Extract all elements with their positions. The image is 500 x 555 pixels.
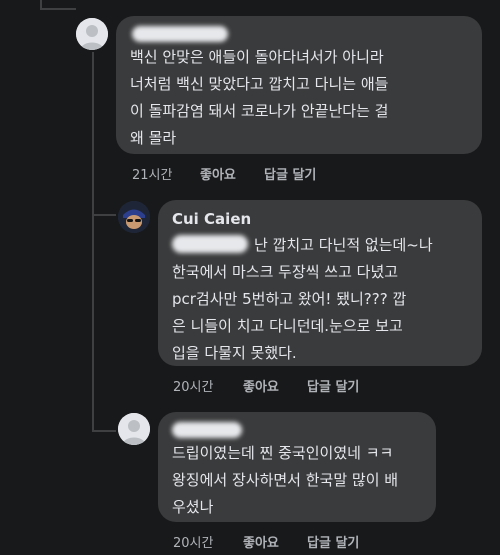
avatar-cui-caien[interactable] [118,201,150,233]
like-button-1[interactable]: 좋아요 [200,164,264,183]
comment-text-2-rest: 한국에서 마스크 두장씩 쓰고 다녔고 pcr검사만 5번하고 왔어! 됐니??… [172,263,407,362]
thread-line-branch-2 [92,430,116,432]
thread-line-top-curve [40,8,76,10]
comment-timestamp-2[interactable]: 20시간 [173,376,243,395]
comment-author-redacted-1[interactable] [132,26,228,42]
comment-author-redacted-3[interactable] [172,422,242,438]
comment-bubble-1: 백신 안맞은 애들이 돌아다녀서가 아니라 너처럼 백신 맞았다고 깝치고 다니… [116,16,482,154]
thread-line-branch-1 [92,214,116,216]
comment-text-2: 난 깝치고 다닌적 없는데~나 한국에서 마스크 두장씩 쓰고 다녔고 pcr검… [172,232,468,367]
comment-bubble-2: Cui Caien 난 깝치고 다닌적 없는데~나 한국에서 마스크 두장씩 쓰… [158,200,482,366]
default-profile-icon [118,413,150,445]
reply-button-3[interactable]: 답글 달기 [307,532,359,551]
comment-actions-2: 20시간 좋아요 답글 달기 [173,376,359,395]
comment-text-1: 백신 안맞은 애들이 돌아다녀서가 아니라 너처럼 백신 맞았다고 깝치고 다니… [130,48,389,147]
comment-timestamp-1[interactable]: 21시간 [132,164,200,183]
reply-button-2[interactable]: 답글 달기 [307,376,359,395]
comment-actions-1: 21시간 좋아요 답글 달기 [132,164,316,183]
avatar-commenter-3[interactable] [118,413,150,445]
comment-timestamp-3[interactable]: 20시간 [173,532,243,551]
like-button-3[interactable]: 좋아요 [243,532,307,551]
comment-bubble-3: 드립이였는데 찐 중국인이였네 ㅋㅋ 왕징에서 장사하면서 한국말 많이 배 우… [158,412,436,522]
mentioned-user-redacted[interactable] [172,235,248,253]
reply-button-1[interactable]: 답글 달기 [264,164,316,183]
like-button-2[interactable]: 좋아요 [243,376,307,395]
comment-text-3: 드립이였는데 찐 중국인이였네 ㅋㅋ 왕징에서 장사하면서 한국말 많이 배 우… [172,444,399,516]
comment-actions-3: 20시간 좋아요 답글 달기 [173,532,359,551]
comment-text-2-first-line: 난 깝치고 다닌적 없는데~나 [254,236,433,254]
avatar-commenter-1[interactable] [76,18,108,50]
thread-line-main [92,52,94,432]
profile-photo-icon [118,201,150,233]
default-profile-icon [76,18,108,50]
comment-author-2[interactable]: Cui Caien [172,210,468,228]
